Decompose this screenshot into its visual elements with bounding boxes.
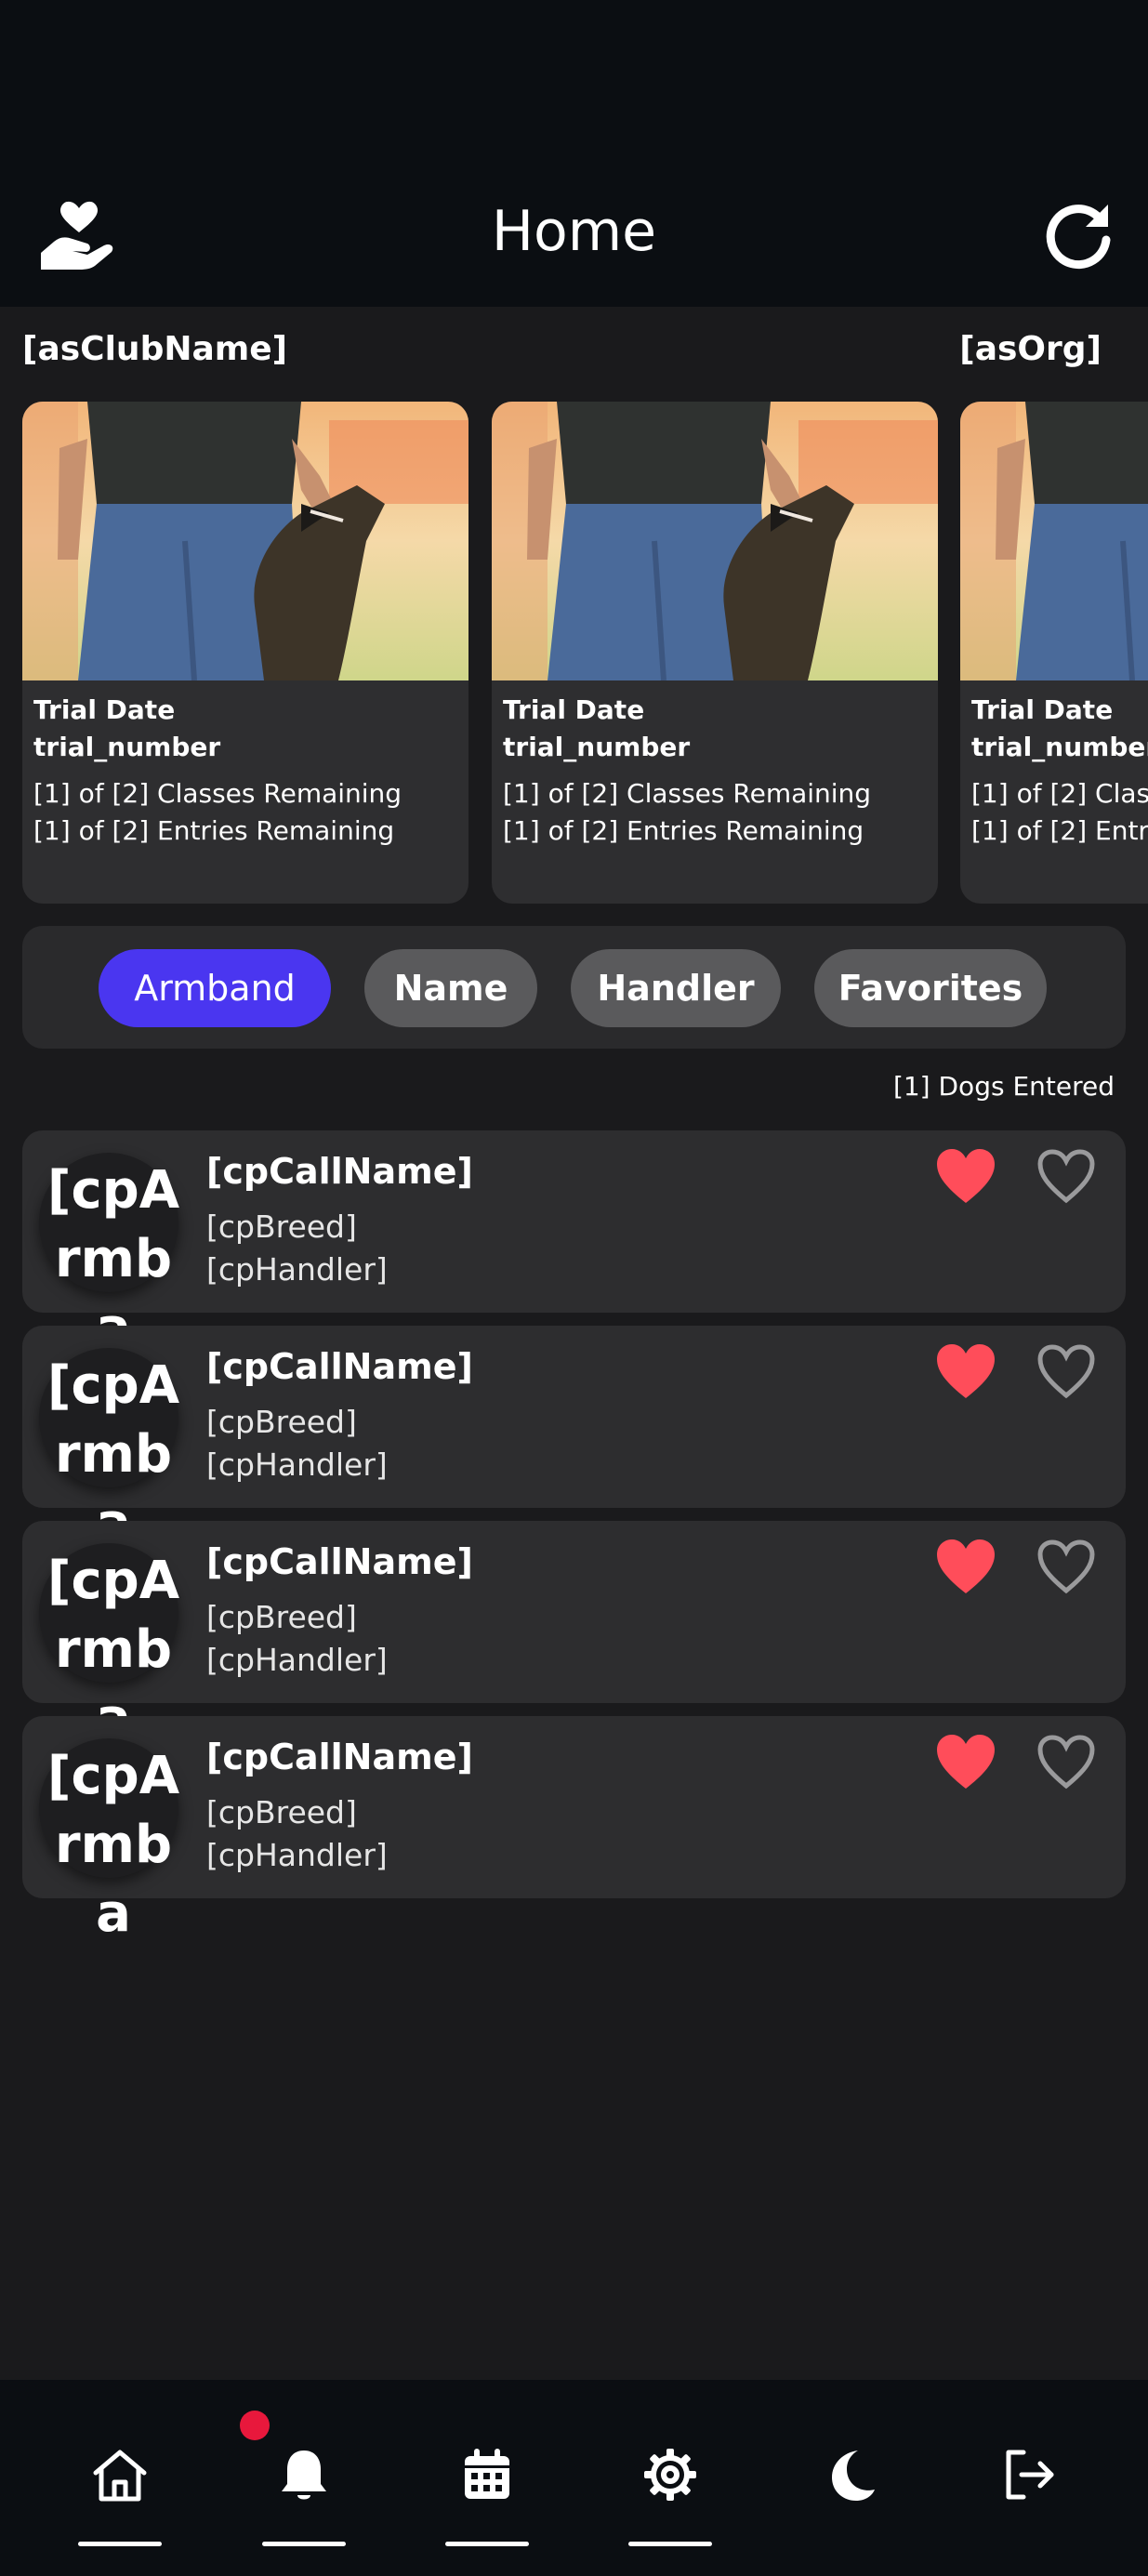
app-header: Home <box>0 167 1148 307</box>
dog-breed: [cpBreed] <box>206 1209 357 1245</box>
moon-icon <box>832 2451 875 2501</box>
heart-filled-icon[interactable] <box>935 1733 996 1790</box>
settings-icon <box>644 2449 696 2501</box>
entries-remaining: [1] of [2] Entries Remaining <box>971 815 1148 846</box>
bell-icon <box>282 2451 326 2500</box>
nav-settings-indicator <box>628 2542 712 2546</box>
heart-outline-icon[interactable] <box>1036 1538 1097 1595</box>
dog-breed: [cpBreed] <box>206 1794 357 1830</box>
nav-notifications-indicator <box>262 2542 346 2546</box>
org-name: [asOrg] <box>959 330 1102 368</box>
trial-date: Trial Date <box>33 694 176 725</box>
home-icon <box>93 2450 147 2502</box>
classes-remaining: [1] of [2] Classes Remaining <box>971 778 1148 809</box>
sort-bar: Armband Name Handler Favorites <box>22 926 1126 1049</box>
calendar-icon <box>465 2449 509 2499</box>
page-title: Home <box>491 199 657 264</box>
heart-outline-icon[interactable] <box>1036 1147 1097 1205</box>
sort-name-button[interactable]: Name <box>364 949 537 1027</box>
trial-card[interactable]: Trial Date trial_number [1] of [2] Class… <box>22 402 468 904</box>
dog-handler: [cpHandler] <box>206 1837 388 1873</box>
dog-handler: [cpHandler] <box>206 1447 388 1483</box>
classes-remaining: [1] of [2] Classes Remaining <box>33 778 402 809</box>
sort-handler-button[interactable]: Handler <box>571 949 781 1027</box>
heart-filled-icon[interactable] <box>935 1147 996 1205</box>
dog-handler: [cpHandler] <box>206 1642 388 1678</box>
dog-card[interactable]: [cpArmba [cpCallName] [cpBreed] [cpHandl… <box>22 1326 1126 1553</box>
dogs-entered-count: [1] Dogs Entered <box>892 1071 1115 1102</box>
dog-call-name: [cpCallName] <box>206 1541 473 1582</box>
heart-filled-icon[interactable] <box>935 1342 996 1400</box>
nav-theme-toggle[interactable] <box>809 2445 892 2547</box>
trial-photo <box>22 402 468 680</box>
trial-card[interactable]: Trial Date trial_number [1] of [2] Class… <box>492 402 938 904</box>
dog-card[interactable]: [cpArmba [cpCallName] [cpBreed] [cpHandl… <box>22 1521 1126 1749</box>
dog-card[interactable]: [cpArmba [cpCallName] [cpBreed] [cpHandl… <box>22 1716 1126 1944</box>
status-bar-area <box>0 0 1148 167</box>
heart-outline-icon[interactable] <box>1036 1342 1097 1400</box>
trial-photo <box>960 402 1148 680</box>
club-name: [asClubName] <box>22 330 288 368</box>
trial-date: Trial Date <box>971 694 1114 725</box>
dog-breed: [cpBreed] <box>206 1404 357 1440</box>
dog-handler: [cpHandler] <box>206 1251 388 1288</box>
notification-badge <box>240 2411 270 2440</box>
nav-logout[interactable] <box>987 2445 1071 2547</box>
nav-calendar[interactable] <box>445 2445 529 2547</box>
classes-remaining: [1] of [2] Classes Remaining <box>503 778 872 809</box>
heart-filled-icon[interactable] <box>935 1538 996 1595</box>
nav-home-indicator <box>78 2542 162 2546</box>
trial-number: trial_number <box>971 732 1148 762</box>
trial-date: Trial Date <box>503 694 645 725</box>
trial-photo <box>492 402 938 680</box>
nav-settings[interactable] <box>628 2445 712 2547</box>
nav-notifications[interactable] <box>262 2445 346 2547</box>
trial-number: trial_number <box>33 732 221 762</box>
bottom-nav <box>0 2380 1148 2576</box>
armband-number: [cpArmba <box>46 1746 180 1944</box>
logout-icon <box>1006 2450 1054 2500</box>
sort-armband-button[interactable]: Armband <box>99 949 331 1027</box>
trial-card[interactable]: Trial Date trial_number [1] of [2] Class… <box>960 402 1148 904</box>
dog-breed: [cpBreed] <box>206 1599 357 1635</box>
heart-outline-icon[interactable] <box>1036 1733 1097 1790</box>
dog-call-name: [cpCallName] <box>206 1737 473 1777</box>
nav-home[interactable] <box>78 2445 162 2547</box>
refresh-icon[interactable] <box>1041 195 1115 279</box>
trial-number: trial_number <box>503 732 691 762</box>
nav-calendar-indicator <box>445 2542 529 2546</box>
dog-call-name: [cpCallName] <box>206 1346 473 1387</box>
entries-remaining: [1] of [2] Entries Remaining <box>503 815 864 846</box>
trial-carousel[interactable]: Trial Date trial_number [1] of [2] Class… <box>22 402 1148 904</box>
dog-card[interactable]: [cpArmba [cpCallName] [cpBreed] [cpHandl… <box>22 1130 1126 1358</box>
entries-remaining: [1] of [2] Entries Remaining <box>33 815 395 846</box>
sort-favorites-button[interactable]: Favorites <box>814 949 1047 1027</box>
dog-call-name: [cpCallName] <box>206 1151 473 1192</box>
